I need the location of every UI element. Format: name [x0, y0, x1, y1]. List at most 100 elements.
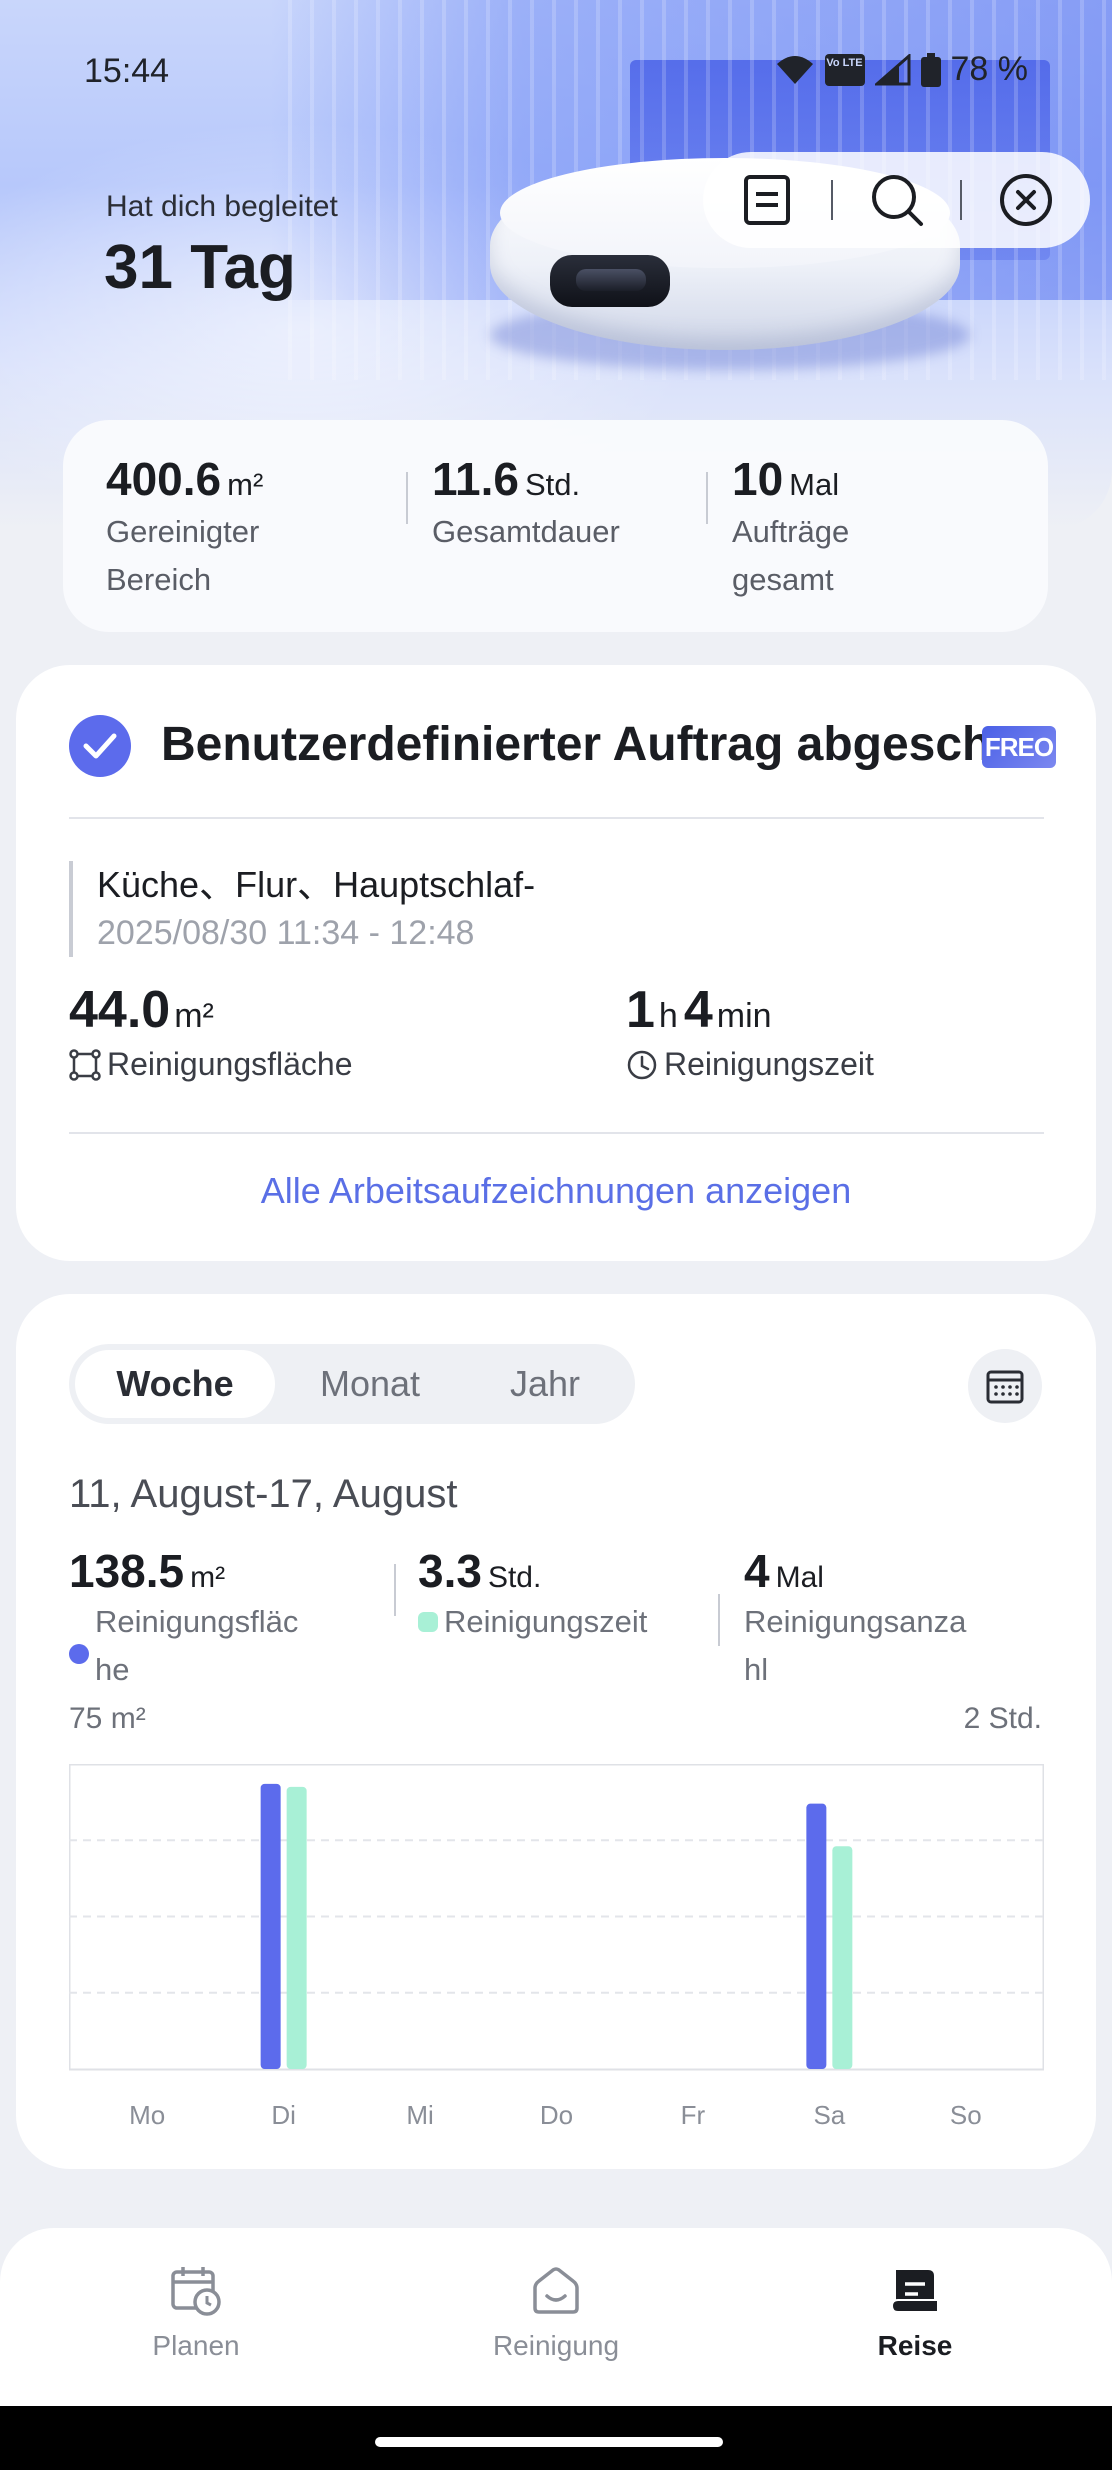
week-count-value: 4: [744, 1545, 770, 1597]
summary-divider: [706, 472, 708, 524]
summary-duration-label: Gesamtdauer: [432, 514, 620, 549]
summary-duration: 11.6 Std. Gesamtdauer: [432, 452, 620, 556]
task-detail: Küche、Flur、Hauptschlaf- 2025/08/30 11:34…: [69, 861, 535, 957]
task-time-label: Reinigungszeit: [664, 1046, 874, 1082]
area-frame-icon: [69, 1048, 101, 1081]
close-icon: [1000, 174, 1053, 226]
hero-subtitle: Hat dich begleitet: [106, 190, 338, 223]
calendar-clock-icon: [171, 2267, 221, 2316]
close-button[interactable]: [962, 152, 1090, 248]
summary-jobs-unit: Mal: [789, 467, 840, 502]
legend-time-dot: [418, 1612, 438, 1632]
week-count-unit: Mal: [775, 1561, 824, 1594]
home-indicator[interactable]: [375, 2437, 723, 2447]
wifi-icon: [776, 55, 813, 84]
summary-duration-value: 11.6: [432, 453, 519, 505]
summary-divider: [406, 472, 408, 524]
search-button[interactable]: [833, 152, 961, 248]
stat-divider: [394, 1564, 396, 1616]
bottom-navigation: Planen Reinigung Reise: [0, 2228, 1112, 2406]
stat-divider: [718, 1594, 720, 1646]
week-time-stat: 3.3 Std. Reinigungszeit: [418, 1544, 647, 1646]
hero-title: 31 Tag: [104, 233, 296, 302]
bar-area-di: [260, 1783, 281, 2069]
view-all-records-link[interactable]: Alle Arbeitsaufzeichnungen anzeigen: [16, 1170, 1096, 1212]
x-tick-label-sa: Sa: [813, 2100, 845, 2130]
status-time: 15:44: [84, 52, 170, 90]
week-time-unit: Std.: [487, 1561, 542, 1594]
task-title: Benutzerdefinierter Auftrag abgeschlosse…: [161, 718, 986, 771]
last-task-card[interactable]: Benutzerdefinierter Auftrag abgeschlosse…: [16, 665, 1096, 1261]
task-area-value: 44.0: [69, 981, 171, 1039]
task-time-minutes: 4: [683, 981, 713, 1039]
task-area-unit: m²: [174, 997, 214, 1035]
summary-jobs-value: 10: [732, 453, 784, 505]
divider: [69, 1132, 1044, 1134]
summary-area-value: 400.6: [106, 453, 222, 505]
x-tick-label-so: So: [950, 2100, 982, 2130]
home-icon: [533, 2267, 579, 2314]
tab-week[interactable]: Woche: [75, 1350, 275, 1418]
divider: [69, 817, 1044, 819]
calendar-button[interactable]: [968, 1349, 1042, 1423]
header-action-pill: [703, 152, 1090, 248]
signal-icon: [874, 53, 910, 85]
tab-month[interactable]: Monat: [275, 1350, 465, 1418]
x-tick-label-di: Di: [271, 2100, 296, 2130]
task-rooms: Küche、Flur、Hauptschlaf-: [97, 864, 536, 905]
nav-cleaning-label: Reinigung: [492, 2330, 620, 2361]
summary-card: 400.6 m² Gereinigter Bereich 11.6 Std. Ges…: [63, 420, 1048, 632]
bar-area-sa: [806, 1803, 827, 2069]
freo-badge: FREO: [982, 726, 1056, 768]
statistics-card: Woche Monat Jahr 11, August-17, August 1…: [16, 1294, 1096, 2169]
week-count-label: Reinigungsanzahl: [744, 1604, 967, 1687]
week-area-value: 138.5: [69, 1545, 185, 1597]
summary-area-label: Gereinigter Bereich: [106, 514, 260, 597]
task-time-hours: 1: [626, 981, 655, 1039]
summary-jobs-label: Aufträge gesamt: [732, 514, 850, 597]
calendar-icon: [986, 1370, 1024, 1404]
week-count-stat: 4 Mal Reinigungsanzahl: [744, 1544, 974, 1694]
search-icon: [871, 175, 923, 226]
week-area-unit: m²: [190, 1561, 226, 1594]
task-time-minutes-unit: min: [716, 997, 772, 1035]
clock-icon: [627, 1050, 657, 1079]
task-datetime: 2025/08/30 11:34 - 12:48: [97, 914, 475, 952]
date-range: 11, August-17, August: [69, 1472, 458, 1516]
records-button[interactable]: [703, 152, 831, 248]
x-tick-label-fr: Fr: [681, 2100, 706, 2130]
nav-plan-label: Planen: [152, 2330, 240, 2361]
task-area-label: Reinigungsfläche: [107, 1046, 353, 1082]
axis-right-max: 2 Std.: [963, 1702, 1042, 1735]
battery-icon: [920, 52, 941, 87]
nav-journey-label: Reise: [877, 2330, 953, 2361]
status-icons: Vo LTE 78 %: [775, 50, 1029, 89]
weekly-bar-chart: Mo Di Mi Do Fr Sa So: [69, 1764, 1044, 2130]
bar-time-sa: [832, 1846, 853, 2069]
task-time-hours-unit: h: [658, 997, 678, 1035]
week-time-value: 3.3: [418, 1545, 482, 1597]
summary-area-unit: m²: [227, 467, 264, 502]
week-area-label: Reinigungsfläche: [95, 1604, 299, 1687]
tab-year[interactable]: Jahr: [465, 1350, 625, 1418]
bar-time-di: [286, 1786, 307, 2069]
task-time-metric: 1 h 4 min Reinigungszeit: [626, 980, 874, 1083]
x-tick-label-mi: Mi: [406, 2100, 433, 2130]
week-area-stat: 138.5 m² Reinigungsfläche: [69, 1544, 315, 1694]
check-circle-icon: [69, 715, 131, 777]
battery-level: 78 %: [950, 50, 1029, 88]
status-bar: 15:44 Vo LTE 78 %: [0, 0, 1112, 140]
document-icon: [743, 175, 790, 225]
x-tick-label-mo: Mo: [129, 2100, 165, 2130]
nav-journey[interactable]: Reise: [815, 2264, 1015, 2362]
task-area-metric: 44.0 m² Reinigungsfläche: [69, 980, 353, 1083]
volte-icon: Vo LTE: [824, 53, 865, 86]
axis-left-max: 75 m²: [69, 1702, 146, 1735]
summary-duration-unit: Std.: [525, 467, 581, 502]
nav-plan[interactable]: Planen: [96, 2264, 296, 2362]
x-tick-label-do: Do: [540, 2100, 573, 2130]
nav-cleaning[interactable]: Reinigung: [456, 2264, 656, 2362]
period-segmented-control: Woche Monat Jahr: [69, 1344, 635, 1424]
summary-jobs: 10 Mal Aufträge gesamt: [732, 452, 892, 604]
summary-area: 400.6 m² Gereinigter Bereich: [106, 452, 306, 604]
